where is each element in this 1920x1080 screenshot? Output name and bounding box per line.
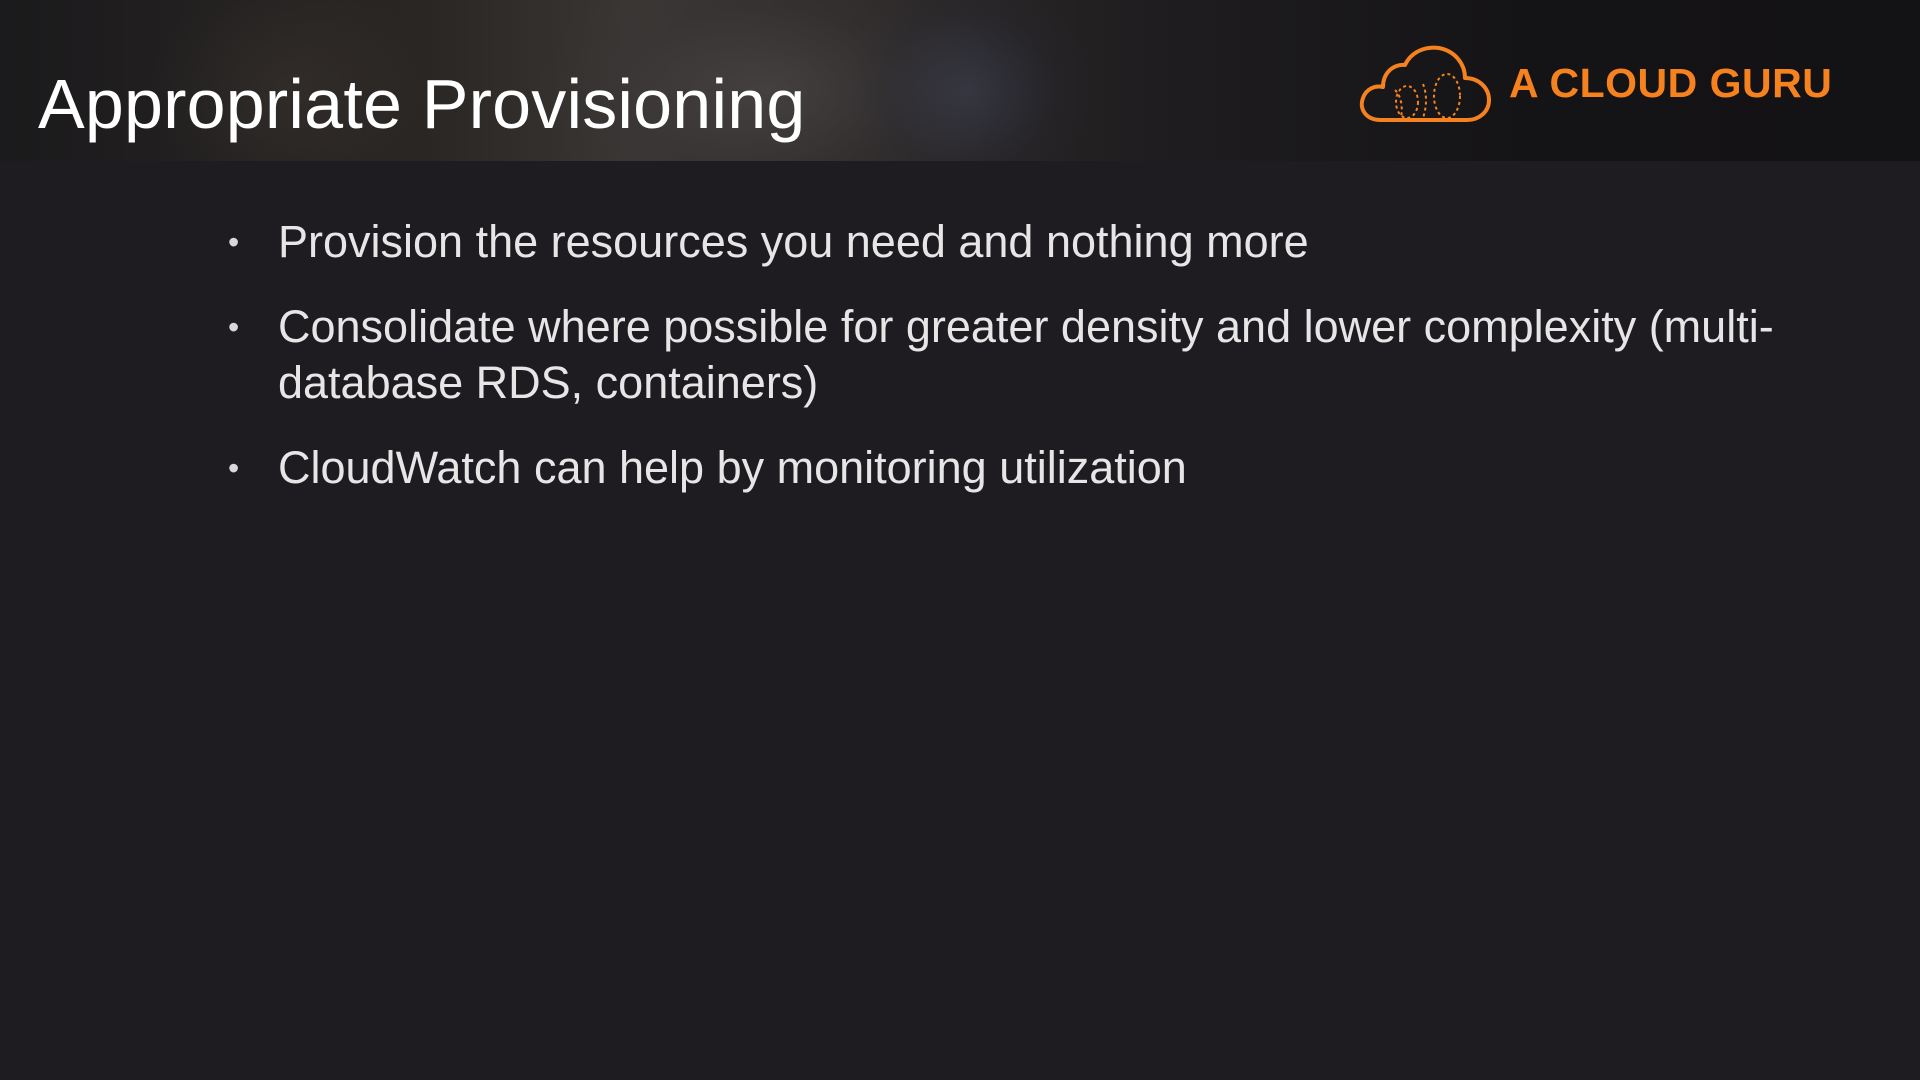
slide-body: • Provision the resources you need and n… (226, 214, 1786, 525)
bullet-item: • CloudWatch can help by monitoring util… (226, 440, 1786, 496)
brand-name: A CLOUD GURU (1509, 59, 1833, 106)
bullet-item: • Consolidate where possible for greater… (226, 299, 1786, 411)
slide-title: Appropriate Provisioning (38, 65, 806, 143)
header-background-photo (850, 0, 1090, 161)
bullet-text: CloudWatch can help by monitoring utiliz… (278, 442, 1187, 493)
cloud-logo-icon (1359, 45, 1491, 122)
bullet-marker: • (228, 450, 240, 486)
bullet-marker: • (228, 224, 240, 260)
bullet-item: • Provision the resources you need and n… (226, 214, 1786, 270)
bullet-list: • Provision the resources you need and n… (226, 214, 1786, 496)
bullet-text: Provision the resources you need and not… (278, 216, 1309, 267)
bullet-text: Consolidate where possible for greater d… (278, 301, 1774, 408)
presentation-slide: Appropriate Provisioning A CLOUD GURU • … (0, 0, 1920, 1080)
brand-lockup: A CLOUD GURU (1355, 40, 1832, 126)
slide-header: Appropriate Provisioning A CLOUD GURU (0, 0, 1920, 161)
bullet-marker: • (228, 309, 240, 345)
